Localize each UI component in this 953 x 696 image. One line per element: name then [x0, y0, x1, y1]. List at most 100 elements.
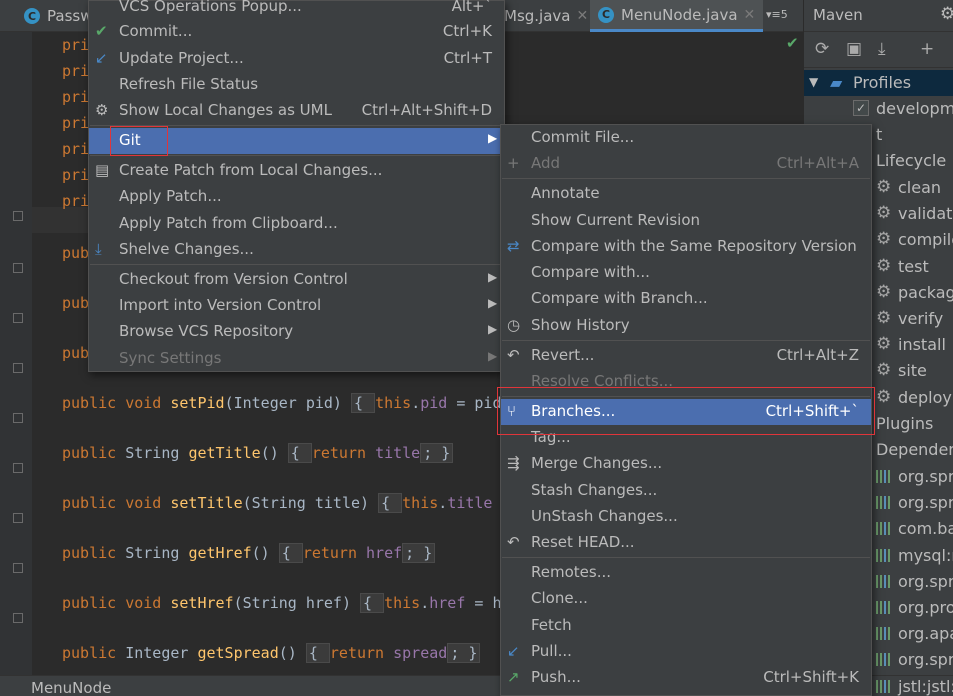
menu-item-fetch[interactable]: Fetch — [501, 613, 871, 639]
library-icon — [876, 679, 893, 693]
code-token: pid — [420, 394, 448, 412]
menu-item-label: Refresh File Status — [119, 75, 259, 93]
code-token: { — [378, 493, 403, 513]
code-token: ; } — [447, 643, 481, 663]
code-token: href — [429, 594, 466, 612]
menu-item-shortcut: Ctrl+Shift+` — [765, 402, 859, 420]
menu-item-compare-with-branch[interactable]: Compare with Branch... — [501, 286, 871, 312]
dependency-label: org.spri — [898, 467, 953, 486]
menu-item-remotes[interactable]: Remotes... — [501, 560, 871, 586]
code-token: () — [260, 444, 288, 462]
fold-icon[interactable] — [13, 313, 23, 323]
menu-item-apply-patch-from-clipboard[interactable]: Apply Patch from Clipboard... — [89, 211, 504, 237]
fold-icon[interactable] — [13, 463, 23, 473]
menu-item-git[interactable]: Git ▶ — [89, 128, 504, 154]
menu-item-show-history[interactable]: ◷ Show History — [501, 313, 871, 339]
submenu-arrow-icon: ▶ — [488, 322, 498, 336]
menu-item-create-patch-from-local-changes[interactable]: ▤ Create Patch from Local Changes... — [89, 158, 504, 184]
code-token: pri — [62, 192, 90, 210]
tab-label: Passw — [47, 7, 93, 25]
menu-item-commit-file[interactable]: Commit File... — [501, 125, 871, 151]
menu-item-update-project[interactable]: ↙ Update Project... Ctrl+T — [89, 46, 504, 72]
fold-icon[interactable] — [13, 263, 23, 273]
fold-icon[interactable] — [13, 363, 23, 373]
tab-passw[interactable]: C Passw — [24, 0, 92, 32]
menu-item-label: Merge Changes... — [531, 454, 663, 472]
library-icon — [876, 496, 893, 510]
menu-item-apply-patch[interactable]: Apply Patch... — [89, 184, 504, 210]
fold-icon[interactable] — [13, 513, 23, 523]
gear-icon: ⚙ — [876, 386, 892, 407]
tab-overflow-count: 5 — [780, 8, 788, 21]
lifecycle-label: compile — [898, 230, 953, 250]
menu-item-unstash-changes[interactable]: UnStash Changes... — [501, 504, 871, 530]
menu-item-show-current-revision[interactable]: Show Current Revision — [501, 208, 871, 234]
tab-msg[interactable]: Msg.java ✕ — [504, 0, 588, 32]
menu-item-clone[interactable]: Clone... — [501, 586, 871, 612]
inspection-ok-icon: ✔ — [786, 34, 799, 52]
fold-icon[interactable] — [13, 211, 23, 221]
menu-item-label: Show Local Changes as UML — [119, 101, 332, 119]
code-token: public — [62, 644, 126, 662]
menu-item-show-local-changes-as-uml[interactable]: ⚙ Show Local Changes as UML Ctrl+Alt+Shift… — [89, 98, 504, 124]
reload-icon[interactable]: ⟳ — [815, 39, 829, 59]
menu-item-compare-with-the-same-repository-version[interactable]: ⇄ Compare with the Same Repository Versio… — [501, 234, 871, 260]
menu-item-browse-vcs-repository[interactable]: Browse VCS Repository ▶ — [89, 319, 504, 345]
menu-item-tag[interactable]: Tag... — [501, 425, 871, 451]
maven-profile-row[interactable]: ✓ developme — [804, 96, 953, 122]
menu-item-checkout-from-version-control[interactable]: Checkout from Version Control ▶ — [89, 267, 504, 293]
clock-icon: ◷ — [507, 316, 521, 334]
fold-icon[interactable] — [13, 413, 23, 423]
menu-item-compare-with[interactable]: Compare with... — [501, 260, 871, 286]
dependency-label: org.spri — [898, 571, 953, 591]
checkbox-icon[interactable]: ✓ — [853, 100, 869, 116]
menu-item-commit[interactable]: ✔ Commit... Ctrl+K — [89, 19, 504, 45]
menu-separator — [90, 155, 503, 156]
code-token: pri — [62, 62, 90, 80]
code-token: public — [62, 544, 126, 562]
maven-toolbar: ⟳ ▣ ⤓ + — [804, 32, 953, 68]
menu-item-merge-changes[interactable]: ⇶ Merge Changes... — [501, 451, 871, 477]
code-token: . — [420, 594, 430, 612]
code-token: () — [278, 644, 306, 662]
tab-overflow-button[interactable]: ▾≡5 — [766, 8, 788, 21]
menu-item-label: Compare with Branch... — [531, 289, 708, 307]
maven-profiles-node[interactable]: ▼ ▰ Profiles — [804, 70, 953, 96]
menu-item-shortcut: Ctrl+Alt+Shift+D — [361, 101, 492, 119]
submenu-arrow-icon: ▶ — [488, 349, 498, 363]
menu-item-branches[interactable]: ⑂ Branches... Ctrl+Shift+` — [501, 399, 871, 425]
menu-item-stash-changes[interactable]: Stash Changes... — [501, 478, 871, 504]
code-token: return — [302, 544, 367, 562]
fold-icon[interactable] — [13, 613, 23, 623]
menu-item-revert[interactable]: ↶ Revert... Ctrl+Alt+Z — [501, 343, 871, 369]
folder-icon[interactable]: ▣ — [846, 39, 862, 59]
profiles-icon: ▰ — [830, 73, 843, 92]
library-icon — [876, 470, 893, 483]
menu-item-refresh-file-status[interactable]: Refresh File Status — [89, 72, 504, 98]
profiles-label: Profiles — [853, 73, 912, 92]
code-token: this — [384, 594, 421, 612]
submenu-arrow-icon: ▶ — [488, 270, 498, 284]
gear-icon: ⚙ — [876, 281, 892, 302]
menu-item-reset-head[interactable]: ↶ Reset HEAD... — [501, 530, 871, 556]
breadcrumb[interactable]: MenuNode — [31, 679, 111, 696]
tab-menunode[interactable]: C MenuNode.java ✕ — [590, 0, 764, 32]
close-icon[interactable]: ✕ — [576, 8, 588, 24]
lifecycle-label: package — [898, 282, 953, 302]
menu-item-pull[interactable]: ↙ Pull... — [501, 639, 871, 665]
menu-item-annotate[interactable]: Annotate — [501, 181, 871, 207]
code-token: . — [411, 394, 421, 412]
menu-item-import-into-version-control[interactable]: Import into Version Control ▶ — [89, 293, 504, 319]
close-icon[interactable]: ✕ — [744, 7, 756, 23]
plus-icon[interactable]: + — [920, 39, 934, 59]
library-icon — [876, 601, 893, 614]
gear-icon[interactable]: ⚙ — [940, 4, 953, 24]
chevron-down-icon[interactable]: ▼ — [809, 75, 818, 89]
menu-item-vcs-operations-popup[interactable]: VCS Operations Popup... Alt+` — [89, 0, 504, 20]
lifecycle-label: install — [898, 335, 946, 355]
menu-item-shelve-changes[interactable]: ⤓ Shelve Changes... — [89, 237, 504, 263]
menu-item-push[interactable]: ↗ Push... Ctrl+Shift+K — [501, 665, 871, 691]
download-icon[interactable]: ⤓ — [878, 39, 886, 59]
fold-icon[interactable] — [13, 563, 23, 573]
lifecycle-label: validate — [898, 204, 953, 224]
